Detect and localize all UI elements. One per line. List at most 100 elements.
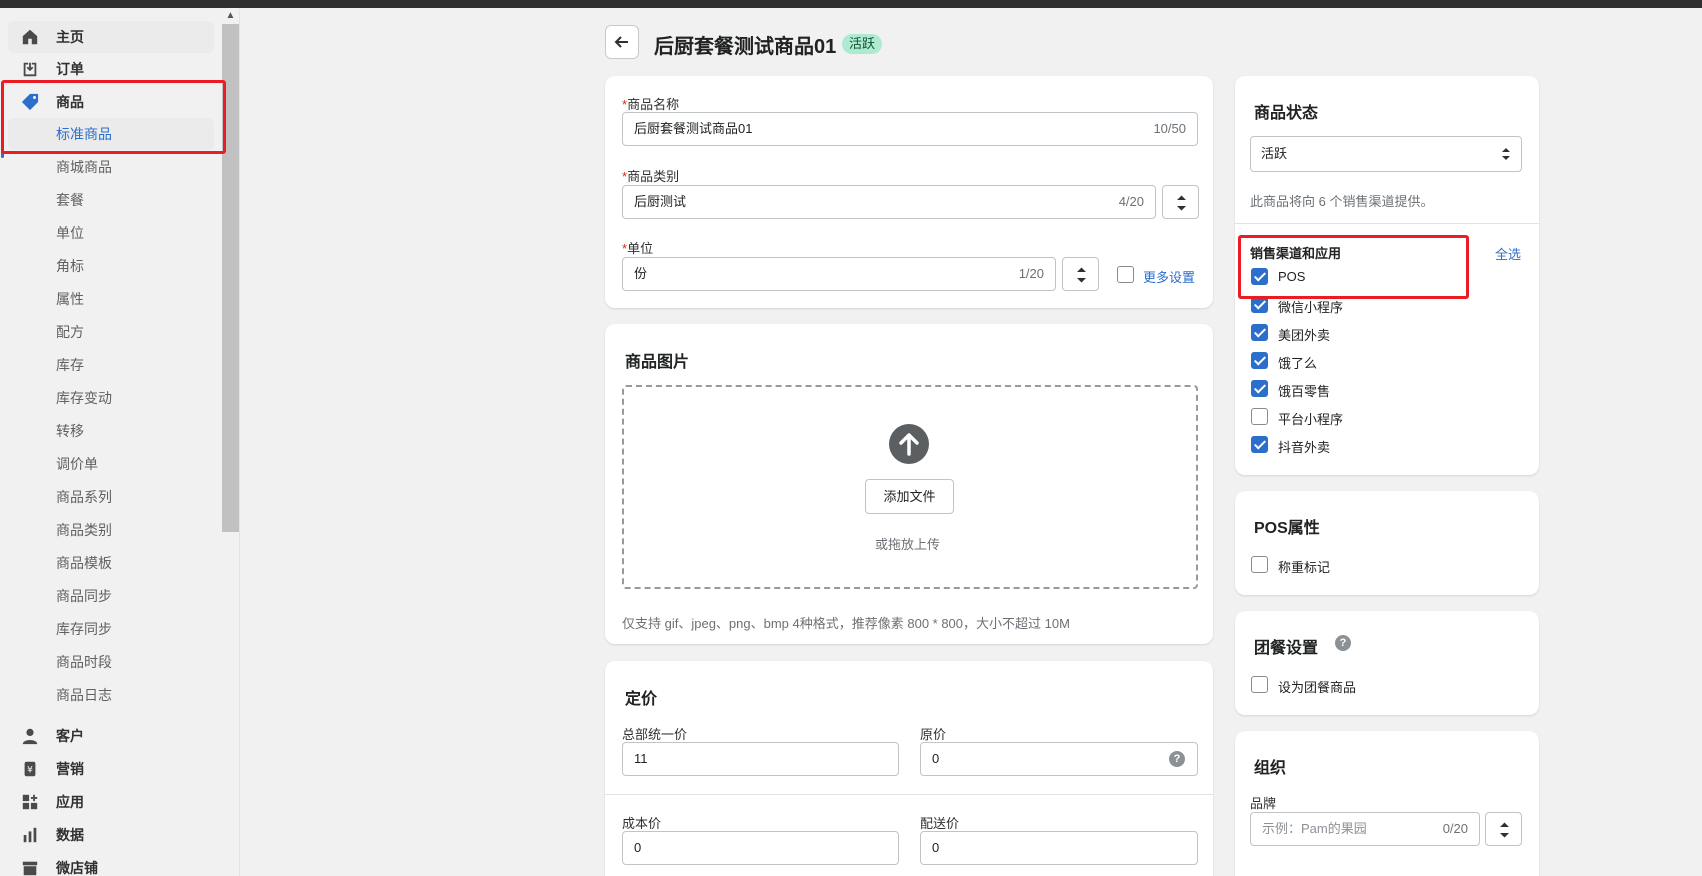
sub-label: 属性 xyxy=(56,291,84,307)
sidebar-item-inventory-sync[interactable]: 库存同步 xyxy=(8,613,214,645)
chevron-updown-icon xyxy=(1502,148,1510,160)
pos-attrs-title: POS属性 xyxy=(1254,520,1320,537)
sidebar-item-transfer[interactable]: 转移 xyxy=(8,415,214,447)
page-title: 后厨套餐测试商品01 xyxy=(654,36,837,58)
nav-apps[interactable]: 应用 xyxy=(8,786,214,818)
more-settings-link[interactable]: 更多设置 xyxy=(1143,267,1195,286)
group-meal-checkbox[interactable] xyxy=(1251,676,1268,693)
sub-label: 商品模板 xyxy=(56,555,112,571)
channel-info-text: 此商品将向 6 个销售渠道提供。 xyxy=(1250,194,1434,209)
top-bar xyxy=(0,0,1702,8)
highlight-box-channels xyxy=(1238,235,1469,299)
customer-icon xyxy=(22,728,38,745)
arrow-left-icon xyxy=(614,36,628,48)
nav-analytics[interactable]: 数据 xyxy=(8,819,214,851)
help-icon[interactable]: ? xyxy=(1335,635,1351,651)
help-icon[interactable]: ? xyxy=(1169,751,1185,767)
nav-customers[interactable]: 客户 xyxy=(8,720,214,752)
hq-price-value: 11 xyxy=(634,751,648,766)
analytics-icon xyxy=(23,827,37,843)
sub-label: 库存同步 xyxy=(56,621,112,637)
store-icon xyxy=(22,861,38,876)
drag-hint: 或拖放上传 xyxy=(875,537,941,552)
sidebar-item-series[interactable]: 商品系列 xyxy=(8,481,214,513)
highlight-box-products xyxy=(1,80,226,154)
sidebar-item-badges[interactable]: 角标 xyxy=(8,250,214,282)
orders-icon xyxy=(23,62,37,77)
hq-price-input[interactable]: 11 xyxy=(622,742,899,776)
channel-label-platform-mini: 平台小程序 xyxy=(1278,412,1344,427)
sub-label: 商城商品 xyxy=(56,159,112,175)
channel-checkbox-platform-mini[interactable] xyxy=(1251,408,1268,425)
sub-label: 库存变动 xyxy=(56,390,112,406)
nav-marketing[interactable]: ¥ 营销 xyxy=(8,753,214,785)
hq-price-label: 总部统一价 xyxy=(622,727,688,742)
product-name-input[interactable]: 后厨套餐测试商品01 10/50 xyxy=(622,112,1198,146)
sidebar-item-combos[interactable]: 套餐 xyxy=(8,184,214,216)
group-meal-label: 设为团餐商品 xyxy=(1278,680,1357,695)
unit-select-button[interactable] xyxy=(1062,257,1099,291)
group-meal-title: 团餐设置 xyxy=(1254,640,1319,657)
sidebar-item-categories[interactable]: 商品类别 xyxy=(8,514,214,546)
sidebar-item-attributes[interactable]: 属性 xyxy=(8,283,214,315)
unit-label-text: 单位 xyxy=(627,241,654,256)
sidebar-item-time-slots[interactable]: 商品时段 xyxy=(8,646,214,678)
channel-checkbox-meituan[interactable] xyxy=(1251,324,1268,341)
channel-checkbox-ebai[interactable] xyxy=(1251,380,1268,397)
nav-orders-label: 订单 xyxy=(56,61,84,77)
weigh-checkbox[interactable] xyxy=(1251,556,1268,573)
char-count: 10/50 xyxy=(1153,121,1186,136)
nav-marketing-label: 营销 xyxy=(56,761,84,777)
original-price-value: 0 xyxy=(932,751,940,766)
channel-label-wechat-mini: 微信小程序 xyxy=(1278,300,1344,315)
char-count: 0/20 xyxy=(1442,821,1468,836)
brand-input[interactable]: 示例：Pam的果园 0/20 xyxy=(1250,812,1480,846)
char-count: 1/20 xyxy=(1018,266,1044,281)
unit-input[interactable]: 份 1/20 xyxy=(622,257,1056,291)
back-button[interactable] xyxy=(605,25,639,59)
sidebar-item-units[interactable]: 单位 xyxy=(8,217,214,249)
nav-home[interactable]: 主页 xyxy=(8,21,214,53)
format-hint: 仅支持 gif、jpeg、png、bmp 4种格式，推荐像素 800 * 800… xyxy=(622,616,1070,631)
sidebar-item-product-log[interactable]: 商品日志 xyxy=(8,679,214,711)
cost-price-input[interactable]: 0 xyxy=(622,831,899,865)
channel-label-ebai: 饿百零售 xyxy=(1278,384,1331,399)
sidebar-item-inventory[interactable]: 库存 xyxy=(8,349,214,381)
more-settings-checkbox[interactable] xyxy=(1117,266,1134,283)
apps-icon xyxy=(22,794,38,810)
organization-card xyxy=(1235,731,1539,876)
sidebar-item-inventory-changes[interactable]: 库存变动 xyxy=(8,382,214,414)
status-selected-value: 活跃 xyxy=(1261,146,1288,161)
category-label: *商品类别 xyxy=(622,166,679,185)
original-price-input[interactable]: 0 xyxy=(920,742,1198,776)
sub-label: 商品日志 xyxy=(56,687,112,703)
channel-checkbox-douyin[interactable] xyxy=(1251,436,1268,453)
status-divider xyxy=(1235,223,1539,224)
images-title: 商品图片 xyxy=(625,354,690,371)
nav-store-label: 微店铺 xyxy=(56,860,98,876)
delivery-price-value: 0 xyxy=(932,840,940,855)
sidebar-item-price-adjust[interactable]: 调价单 xyxy=(8,448,214,480)
channel-checkbox-eleme[interactable] xyxy=(1251,352,1268,369)
scroll-up-icon[interactable]: ▲ xyxy=(225,10,236,21)
brand-select-button[interactable] xyxy=(1485,812,1522,846)
nav-store[interactable]: 微店铺 xyxy=(8,852,214,876)
delivery-price-input[interactable]: 0 xyxy=(920,831,1198,865)
status-select[interactable]: 活跃 xyxy=(1250,136,1522,172)
sidebar-item-mall-products[interactable]: 商城商品 xyxy=(8,151,214,183)
sidebar-item-product-sync[interactable]: 商品同步 xyxy=(8,580,214,612)
pos-attrs-card xyxy=(1235,491,1539,595)
nav-home-label: 主页 xyxy=(56,29,84,45)
sidebar-item-recipes[interactable]: 配方 xyxy=(8,316,214,348)
unit-value: 份 xyxy=(634,266,648,281)
brand-label: 品牌 xyxy=(1250,796,1277,811)
category-select-button[interactable] xyxy=(1162,185,1199,219)
category-input[interactable]: 后厨测试 4/20 xyxy=(622,185,1156,219)
sidebar-item-templates[interactable]: 商品模板 xyxy=(8,547,214,579)
add-file-button[interactable]: 添加文件 xyxy=(865,479,954,514)
sub-label: 单位 xyxy=(56,225,84,241)
group-meal-card xyxy=(1235,611,1539,715)
nav-customers-label: 客户 xyxy=(56,728,84,744)
select-all-link[interactable]: 全选 xyxy=(1495,244,1521,263)
nav-analytics-label: 数据 xyxy=(56,827,84,843)
